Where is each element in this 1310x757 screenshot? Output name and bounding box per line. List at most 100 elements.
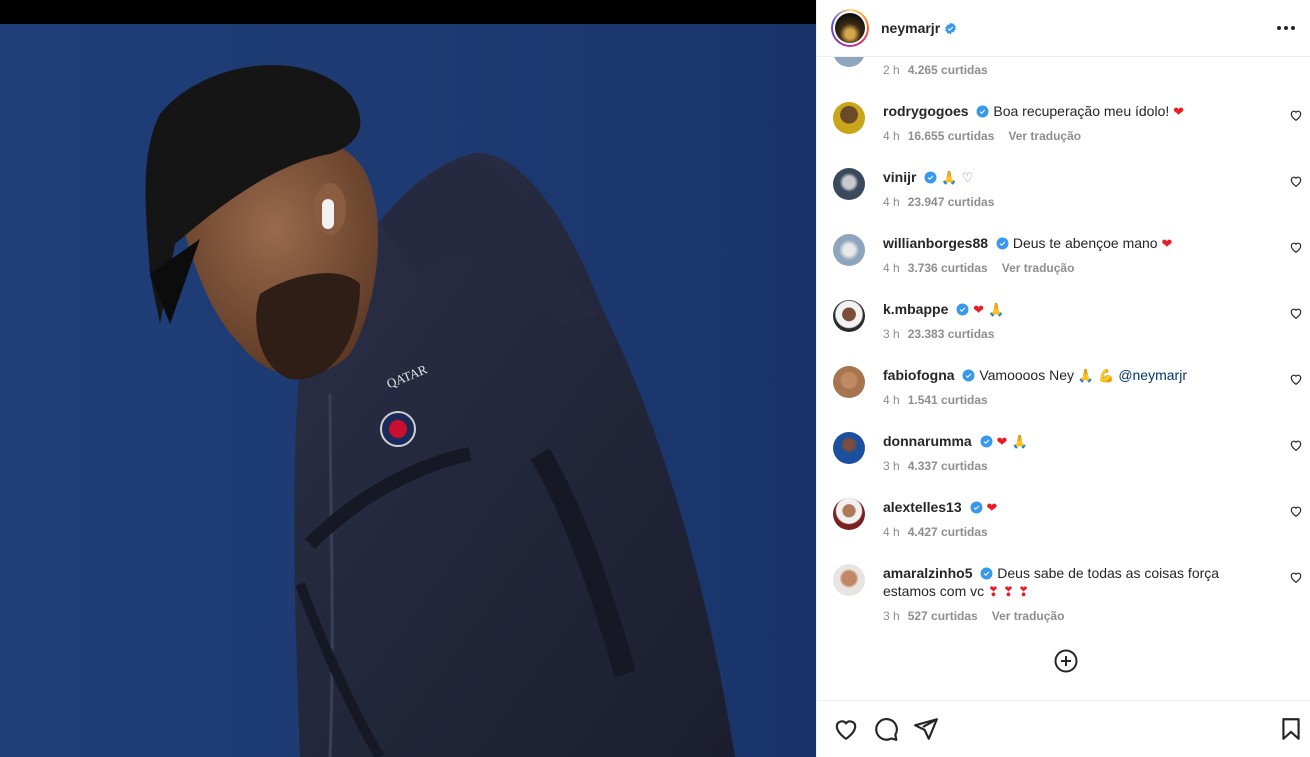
emoji-text: 🙏 💪 [1077, 369, 1115, 384]
post-media[interactable]: QATAR [0, 0, 816, 757]
comment-time: 4 h [883, 129, 900, 143]
heart-icon[interactable] [1289, 372, 1303, 386]
comment-avatar[interactable] [833, 300, 865, 332]
comment-text: Boa recuperação meu ídolo! [993, 103, 1174, 119]
comment-time: 4 h [883, 393, 900, 407]
more-horizontal-icon [1277, 26, 1295, 30]
comment-meta: 4 h 1.541 curtidas [883, 392, 1273, 408]
verified-icon [945, 22, 957, 34]
comment-avatar[interactable] [833, 366, 865, 398]
comment-username[interactable]: donnarumma [883, 433, 972, 449]
heart-icon[interactable] [1289, 570, 1303, 584]
verified-icon [962, 369, 975, 382]
verified-icon [924, 171, 937, 184]
author-avatar[interactable] [831, 9, 869, 47]
comment-likes[interactable]: 4.337 curtidas [908, 459, 988, 473]
comment-username[interactable]: vinijr [883, 169, 916, 185]
comment-line: k.mbappe ❤ 🙏 [883, 300, 1273, 320]
post-header: neymarjr [817, 0, 1310, 57]
comment-avatar[interactable] [833, 498, 865, 530]
comment-username[interactable]: amaralzinho5 [883, 565, 972, 581]
verified-icon [970, 501, 982, 514]
comment-avatar[interactable] [833, 168, 865, 200]
post-photo: QATAR [0, 24, 816, 757]
heart-icon[interactable] [1289, 504, 1303, 518]
heart-emoji: ❤ [1173, 105, 1185, 120]
comment-likes[interactable]: 1.541 curtidas [908, 393, 988, 407]
comment-username[interactable]: rodrygogoes [883, 103, 969, 119]
partial-comment: 2 h 4.265 curtidas [833, 57, 1303, 79]
verified-icon [996, 237, 1009, 250]
comment-meta: 4 h 4.427 curtidas [883, 524, 1273, 540]
comment-time: 2 h [883, 63, 900, 77]
comment-avatar[interactable] [833, 432, 865, 464]
comments-panel: neymarjr 2 h 4.265 curtidas rodrygogoes … [816, 0, 1310, 757]
see-translation-link[interactable]: Ver tradução [1002, 261, 1075, 275]
comment-time: 3 h [883, 459, 900, 473]
comment-meta: 2 h 4.265 curtidas [883, 63, 988, 77]
avatar-image [835, 13, 865, 43]
heart-icon[interactable] [1289, 240, 1303, 254]
comment-time: 4 h [883, 525, 900, 539]
comment-avatar[interactable] [833, 234, 865, 266]
heart-emoji: ❤ [1161, 237, 1173, 252]
verified-icon [977, 105, 989, 118]
comment-username[interactable]: alextelles13 [883, 499, 962, 515]
see-translation-link[interactable]: Ver tradução [992, 609, 1065, 623]
comment-icon[interactable] [873, 716, 899, 742]
comment-username[interactable]: fabiofogna [883, 367, 955, 383]
comment-text: Vamoooos Ney [979, 367, 1078, 383]
avatar-inner [833, 11, 867, 45]
comment-line: alextelles13 ❤ [883, 498, 1273, 518]
comment-avatar [833, 57, 865, 67]
comment-likes[interactable]: 23.383 curtidas [908, 327, 995, 341]
post-actions-bar [817, 700, 1310, 757]
emoji-text: 🙏 ♡ [941, 171, 974, 186]
comment-avatar[interactable] [833, 102, 865, 134]
comment-likes[interactable]: 3.736 curtidas [908, 261, 988, 275]
comment-body: rodrygogoes Boa recuperação meu ídolo! ❤… [883, 102, 1273, 144]
comment-likes[interactable]: 16.655 curtidas [908, 129, 995, 143]
emoji-text: ❤ 🙏 [996, 435, 1028, 450]
comment-avatar[interactable] [833, 564, 865, 596]
comment-body: willianborges88 Deus te abençoe mano ❤ 4… [883, 234, 1273, 276]
comment-body: k.mbappe ❤ 🙏 3 h 23.383 curtidas [883, 300, 1273, 342]
bookmark-icon[interactable] [1278, 716, 1304, 742]
comment-line: willianborges88 Deus te abençoe mano ❤ [883, 234, 1273, 254]
comment-meta: 3 h 527 curtidas Ver tradução [883, 608, 1273, 624]
comment-text: Deus te abençoe mano [1012, 235, 1162, 251]
heart-icon[interactable] [833, 716, 859, 742]
author-username[interactable]: neymarjr [881, 20, 940, 36]
comment-likes[interactable]: 4.427 curtidas [908, 525, 988, 539]
heart-icon[interactable] [1289, 306, 1303, 320]
comments-list[interactable]: 2 h 4.265 curtidas rodrygogoes Boa recupe… [817, 57, 1310, 700]
comment-time: 3 h [883, 609, 900, 623]
comment-username[interactable]: willianborges88 [883, 235, 988, 251]
emoji-text: ❣ ❣ ❣ [988, 585, 1029, 600]
comment-line: donnarumma ❤ 🙏 [883, 432, 1273, 452]
mention-link[interactable]: @neymarjr [1118, 367, 1187, 383]
comment-body: donnarumma ❤ 🙏 3 h 4.337 curtidas [883, 432, 1273, 474]
see-translation-link[interactable]: Ver tradução [1008, 129, 1081, 143]
share-icon[interactable] [913, 716, 939, 742]
heart-icon[interactable] [1289, 438, 1303, 452]
comment-meta: 3 h 4.337 curtidas [883, 458, 1273, 474]
comment-body: alextelles13 ❤ 4 h 4.427 curtidas [883, 498, 1273, 540]
plus-circle-icon[interactable] [1054, 649, 1078, 673]
comment-time: 4 h [883, 195, 900, 209]
more-options-button[interactable] [1275, 17, 1297, 39]
heart-emoji: ❤ [986, 501, 998, 516]
comment-time: 3 h [883, 327, 900, 341]
comment-meta: 3 h 23.383 curtidas [883, 326, 1273, 342]
heart-icon[interactable] [1289, 108, 1303, 122]
heart-icon[interactable] [1289, 174, 1303, 188]
comment-meta: 4 h 16.655 curtidas Ver tradução [883, 128, 1273, 144]
comment-meta: 4 h 23.947 curtidas [883, 194, 1273, 210]
verified-icon [956, 303, 969, 316]
comment-likes[interactable]: 4.265 curtidas [908, 63, 988, 77]
comment-likes[interactable]: 23.947 curtidas [908, 195, 995, 209]
comment-line: vinijr 🙏 ♡ [883, 168, 1273, 188]
comment-line: amaralzinho5 Deus sabe de todas as coisa… [883, 564, 1273, 602]
comment-likes[interactable]: 527 curtidas [908, 609, 978, 623]
comment-username[interactable]: k.mbappe [883, 301, 948, 317]
